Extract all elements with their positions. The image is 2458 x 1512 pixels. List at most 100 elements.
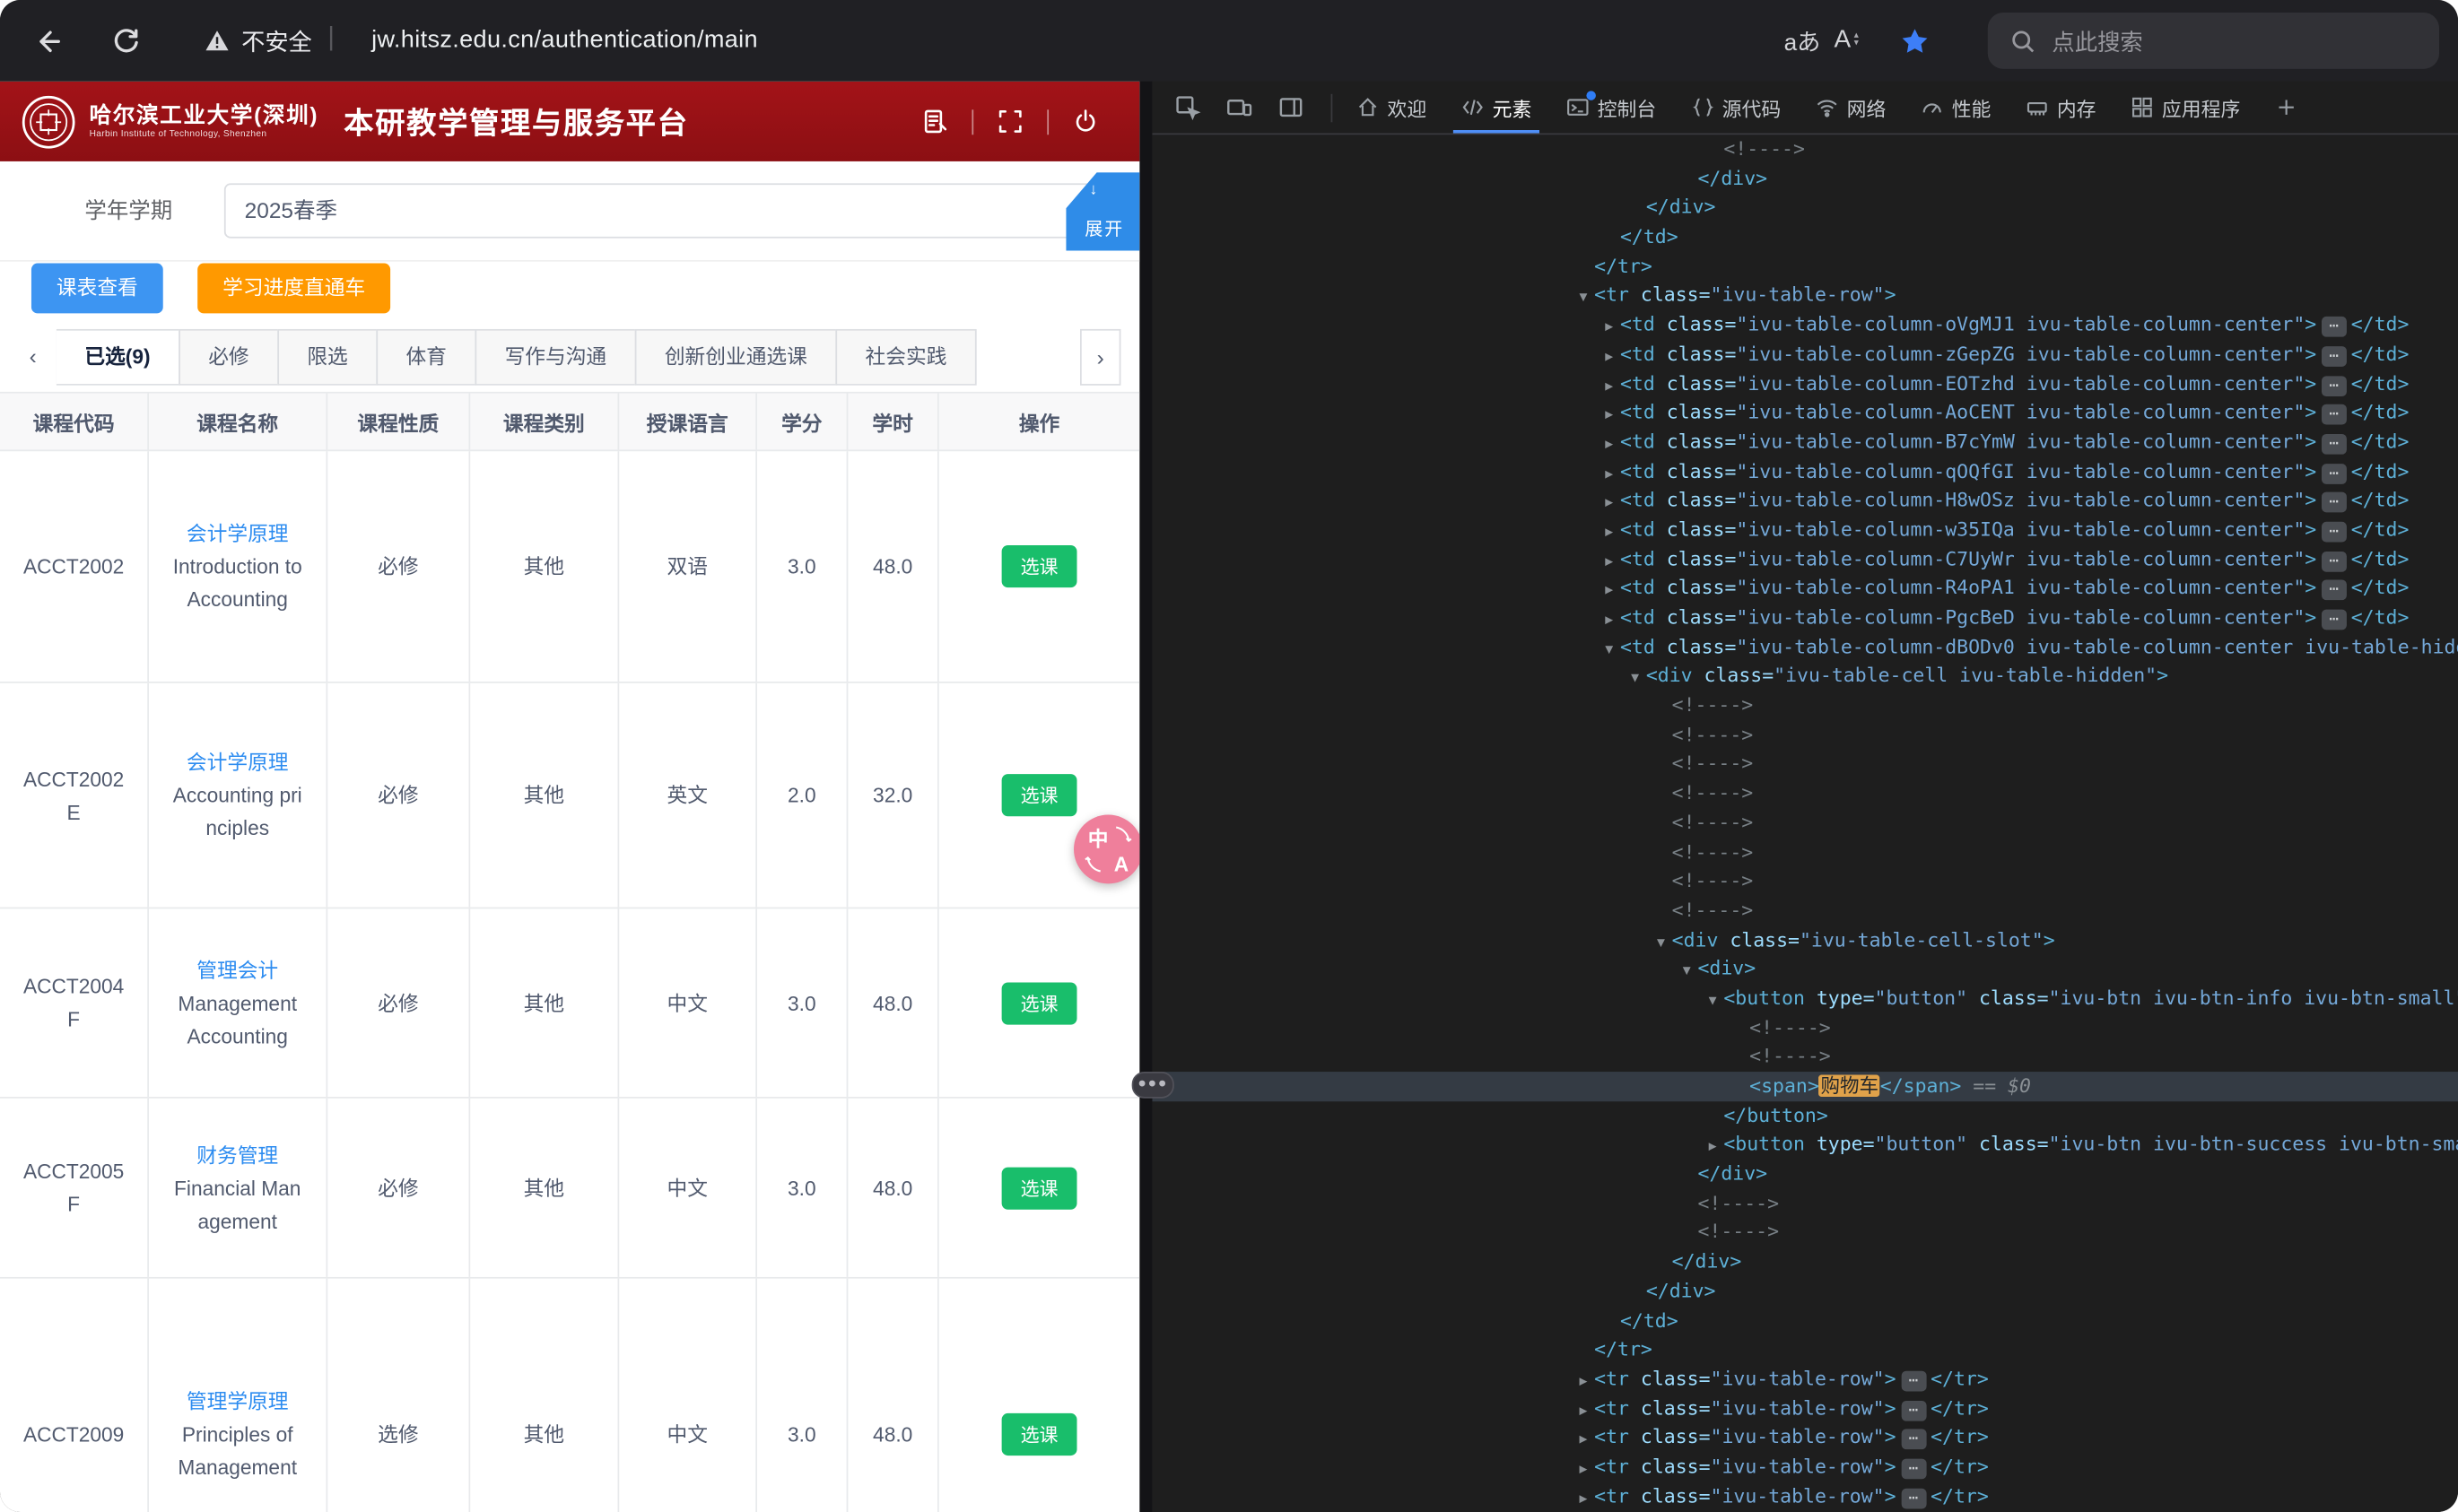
reload-button[interactable] (103, 19, 147, 63)
inline-expand-button[interactable]: ⋯ (2321, 579, 2347, 601)
tree-line[interactable]: </div> (1152, 164, 2458, 194)
course-name-link[interactable]: 管理学原理 (187, 1385, 289, 1418)
tree-line[interactable]: </tr> (1152, 252, 2458, 282)
expand-arrow-icon[interactable]: ▶ (1599, 430, 1620, 460)
expand-arrow-icon[interactable]: ▶ (1599, 490, 1620, 519)
inline-expand-button[interactable]: ⋯ (2321, 433, 2347, 455)
action-button-1[interactable]: 学习进度直通车 (197, 263, 391, 314)
expand-arrow-icon[interactable]: ▶ (1573, 1368, 1594, 1397)
power-icon[interactable] (1072, 109, 1099, 135)
tree-line[interactable]: ▶ <td class="ivu-table-column-R4oPA1 ivu-… (1152, 574, 2458, 604)
devtools-tab-元素[interactable]: 元素 (1443, 82, 1548, 134)
expand-arrow-icon[interactable]: ▶ (1599, 372, 1620, 402)
address-url[interactable]: jw.hitsz.edu.cn/authentication/main (371, 0, 758, 82)
inline-expand-button[interactable]: ⋯ (1900, 1370, 1926, 1392)
collapse-arrow-icon[interactable]: ▼ (1650, 928, 1671, 958)
inspect-icon[interactable] (1168, 89, 1206, 126)
devtools-tab-内存[interactable]: 内存 (2009, 82, 2114, 134)
tree-line[interactable]: <!----> (1152, 896, 2458, 925)
inline-expand-button[interactable]: ⋯ (2321, 551, 2347, 572)
inline-expand-button[interactable]: ⋯ (2321, 492, 2347, 513)
devtools-tab-new[interactable] (2258, 82, 2316, 134)
tree-line[interactable]: ▶ <tr class="ivu-table-row"> ⋯ </tr> (1152, 1482, 2458, 1511)
semester-select[interactable]: 2025春季 (223, 183, 1111, 239)
course-name-link[interactable]: 会计学原理 (187, 746, 289, 779)
tree-line[interactable]: ▶ <tr class="ivu-table-row"> ⋯ </tr> (1152, 1394, 2458, 1423)
devtools-tab-应用程序[interactable]: 应用程序 (2114, 82, 2258, 134)
tree-line[interactable]: <span> 购物车 </span> == $0 (1152, 1072, 2458, 1101)
select-course-button[interactable]: 选课 (1001, 1166, 1077, 1209)
expand-arrow-icon[interactable]: ▶ (1599, 343, 1620, 372)
devtools-tab-控制台[interactable]: 控制台 (1549, 82, 1674, 134)
collapse-arrow-icon[interactable]: ▼ (1599, 636, 1620, 665)
tree-line[interactable]: </div> (1152, 1160, 2458, 1189)
favorite-star-button[interactable] (1900, 0, 1930, 82)
dock-side-icon[interactable] (1271, 89, 1309, 126)
course-name-link[interactable]: 会计学原理 (187, 517, 289, 551)
tree-line[interactable]: </div> (1152, 194, 2458, 223)
tab-体育[interactable]: 体育 (376, 328, 477, 386)
tree-line[interactable]: ▼ <div> (1152, 954, 2458, 984)
devtools-tab-源代码[interactable]: 源代码 (1673, 82, 1798, 134)
course-name-link[interactable]: 管理会计 (196, 953, 278, 986)
tree-line[interactable]: <!----> (1152, 808, 2458, 838)
tab-写作与沟通[interactable]: 写作与沟通 (475, 328, 637, 386)
collapse-arrow-icon[interactable]: ▼ (1702, 987, 1723, 1017)
translate-fab[interactable]: 中 A (1074, 814, 1140, 884)
tree-line[interactable]: ▼ <button type="button" class="ivu-btn iv… (1152, 984, 2458, 1013)
select-course-button[interactable]: 选课 (1001, 1412, 1077, 1456)
tab-已选(9)[interactable]: 已选(9) (56, 328, 180, 386)
expand-arrow-icon[interactable]: ▶ (1599, 577, 1620, 606)
tree-line[interactable]: <!----> (1152, 838, 2458, 867)
tree-line[interactable]: <!----> (1152, 1218, 2458, 1247)
inline-expand-button[interactable]: ⋯ (2321, 404, 2347, 425)
tree-line[interactable]: ▼ <div class="ivu-table-cell-slot"> (1152, 925, 2458, 955)
tree-line[interactable]: <!----> (1152, 1013, 2458, 1043)
tree-line[interactable]: </div> (1152, 1277, 2458, 1307)
tree-line[interactable]: ▶ <td class="ivu-table-column-zGepZG ivu-… (1152, 340, 2458, 369)
expand-arrow-icon[interactable]: ▶ (1702, 1134, 1723, 1163)
expand-arrow-icon[interactable]: ▶ (1599, 606, 1620, 636)
tree-line[interactable]: <!----> (1152, 867, 2458, 897)
search-box[interactable]: 点此搜索 (1987, 12, 2440, 69)
tree-line[interactable]: </button> (1152, 1101, 2458, 1131)
collapse-arrow-icon[interactable]: ▼ (1624, 665, 1645, 694)
collapse-arrow-icon[interactable]: ▼ (1676, 958, 1697, 987)
tree-line[interactable]: ▶ <td class="ivu-table-column-C7UyWr ivu-… (1152, 544, 2458, 574)
tree-line[interactable]: ▼ <div class="ivu-table-cell ivu-table-hi… (1152, 662, 2458, 691)
tree-line[interactable]: ▼ <td class="ivu-table-column-dBODv0 ivu-… (1152, 632, 2458, 662)
expand-arrow-icon[interactable]: ▶ (1573, 1485, 1594, 1512)
tree-line[interactable]: </div> (1152, 1247, 2458, 1277)
inline-expand-button[interactable]: ⋯ (1900, 1458, 1926, 1480)
translate-icon[interactable]: aあ (1784, 0, 1821, 82)
inline-expand-button[interactable]: ⋯ (2321, 317, 2347, 337)
tree-line[interactable]: ▶ <td class="ivu-table-column-oVgMJ1 ivu-… (1152, 310, 2458, 340)
tab-必修[interactable]: 必修 (179, 328, 279, 386)
tree-line[interactable]: </tr> (1152, 1335, 2458, 1365)
select-course-button[interactable]: 选课 (1001, 545, 1077, 588)
inline-expand-button[interactable]: ⋯ (1900, 1429, 1926, 1450)
tree-line[interactable]: ▶ <tr class="ivu-table-row"> ⋯ </tr> (1152, 1423, 2458, 1453)
tree-line[interactable]: <!----> (1152, 750, 2458, 779)
tab-限选[interactable]: 限选 (277, 328, 378, 386)
tree-line[interactable]: ▶ <button type="button" class="ivu-btn iv… (1152, 1130, 2458, 1160)
expand-arrow-icon[interactable]: ▶ (1599, 460, 1620, 490)
device-emulation-icon[interactable] (1220, 89, 1258, 126)
form-icon[interactable] (922, 109, 949, 135)
tree-line[interactable]: ▶ <td class="ivu-table-column-qOQfGI ivu-… (1152, 456, 2458, 486)
tree-line[interactable]: ▼ <tr class="ivu-table-row"> (1152, 282, 2458, 311)
inline-expand-button[interactable]: ⋯ (1900, 1488, 1926, 1508)
tree-line[interactable]: <!----> (1152, 779, 2458, 809)
tree-line[interactable]: ▶ <td class="ivu-table-column-PgcBeD ivu-… (1152, 604, 2458, 633)
tab-创新创业通选课[interactable]: 创新创业通选课 (634, 328, 838, 386)
devtools-tab-网络[interactable]: 网络 (1798, 82, 1903, 134)
text-size-icon[interactable]: A ▴ ▾ (1835, 0, 1859, 82)
inline-expand-button[interactable]: ⋯ (1900, 1400, 1926, 1421)
tree-line[interactable]: </td> (1152, 1306, 2458, 1335)
tree-line[interactable]: <!----> (1152, 1042, 2458, 1072)
inline-expand-button[interactable]: ⋯ (2321, 345, 2347, 367)
tree-line[interactable]: ▶ <td class="ivu-table-column-EOTzhd ivu-… (1152, 369, 2458, 398)
expand-arrow-icon[interactable]: ▶ (1599, 402, 1620, 431)
devtools-divider[interactable] (1139, 81, 1153, 1512)
collapse-arrow-icon[interactable]: ▼ (1573, 284, 1594, 314)
